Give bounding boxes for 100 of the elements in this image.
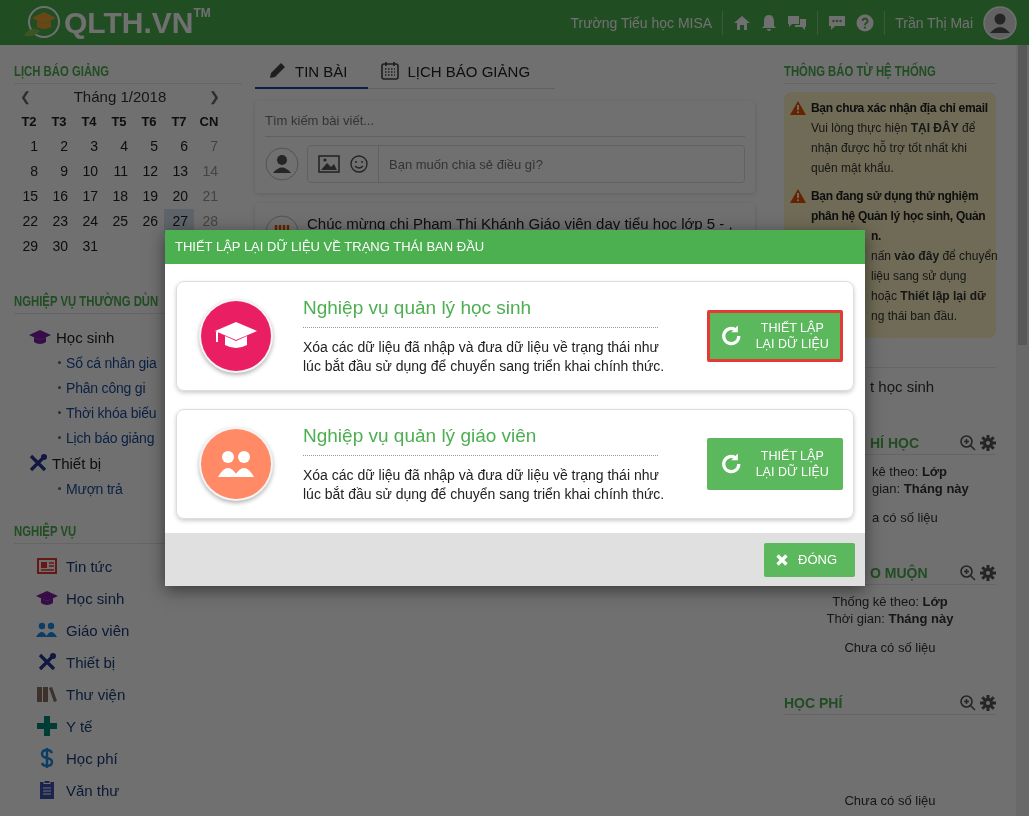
avatar-icon[interactable] (983, 5, 1017, 40)
calendar-day[interactable]: 20 (164, 184, 194, 209)
graduation-cap-icon (35, 590, 59, 606)
calendar-day[interactable]: 12 (134, 159, 164, 184)
tools-icon (37, 653, 57, 671)
section-title: NGHIỆP VỤ (14, 523, 77, 539)
zoom-in-icon[interactable] (960, 565, 976, 581)
calendar-day[interactable]: 10 (74, 159, 104, 184)
module-link[interactable]: Y tế (66, 717, 93, 735)
card-description: Xóa các dữ liệu đã nhập và đưa dữ liệu về trạng thái như lúc bắt đầu sử dụng để chuyển sang triển khai chính thức. (303, 337, 666, 376)
tab[interactable]: LỊCH BÁO GIẢNG (367, 57, 551, 89)
avatar-icon (265, 147, 299, 181)
warning-icon (790, 101, 806, 115)
tree-link[interactable]: Thời khóa biểu (66, 404, 157, 421)
module-link[interactable]: Học phí (66, 749, 118, 767)
card-title: Nghiệp vụ quản lý giáo viên (303, 424, 538, 447)
logo-text: QLTH.VN$^{TM}$ (64, 5, 211, 40)
tab[interactable]: TIN BÀI (255, 57, 368, 89)
post-field[interactable]: Bạn muốn chia sẻ điều gì? (379, 146, 744, 182)
section-title: NGHIỆP VỤ THƯỜNG DÙN (14, 293, 159, 309)
calendar-day[interactable]: 2 (44, 134, 74, 159)
tree-link[interactable]: Lịch báo giảng (66, 429, 155, 446)
calendar-day[interactable]: 6 (164, 134, 194, 159)
tree-link[interactable]: Mượn trả (66, 480, 123, 497)
calendar-day[interactable]: 11 (104, 159, 134, 184)
people-icon (36, 622, 58, 638)
calendar-day[interactable]: 24 (74, 209, 104, 234)
widget-title: HÍ HỌC (870, 435, 919, 451)
settings-icon[interactable] (980, 695, 996, 711)
notice-text: ng thái ban đầu. (871, 308, 958, 325)
calendar-day[interactable]: 1 (14, 134, 44, 159)
plus-icon (37, 716, 57, 736)
notice-text: hoặc Thiết lập lại dữ (871, 288, 986, 305)
previous-month-button[interactable]: ❮ (20, 89, 31, 104)
pencil-icon (267, 61, 287, 81)
calendar-day[interactable]: 9 (44, 159, 74, 184)
notice-heading: Bạn chưa xác nhận địa chỉ email (811, 100, 989, 117)
notice-text: Vui lòng thực hiện TẠI ĐÂY để nhận được hỗ trợ tốt nhất khi quên mật khẩu. (811, 119, 977, 177)
tree-item[interactable]: Thiết bị (52, 454, 102, 472)
tree-item[interactable]: Học sinh (56, 328, 115, 346)
calendar-day[interactable]: 17 (74, 184, 104, 209)
calendar-day[interactable]: 5 (134, 134, 164, 159)
section-title: THÔNG BÁO TỪ HỆ THỐNG (784, 63, 936, 79)
smiley-icon[interactable] (350, 155, 368, 173)
module-link[interactable]: Thư viện (66, 685, 126, 703)
calendar-day[interactable]: 25 (104, 209, 134, 234)
card-description: Xóa các dữ liệu đã nhập và đưa dữ liệu về trạng thái như lúc bắt đầu sử dụng để chuyển sang triển khai chính thức. (303, 465, 666, 504)
stat-line: Thống kê theo: Lớp (832, 593, 948, 610)
help-icon[interactable] (856, 13, 875, 32)
selector-text[interactable]: t học sinh (870, 378, 935, 395)
calendar-day[interactable]: 3 (74, 134, 104, 159)
calendar-day[interactable]: 8 (14, 159, 44, 184)
calendar-day[interactable]: 26 (134, 209, 164, 234)
dialog-title: THIẾT LẬP LẠI DỮ LIỆU VỀ TRẠNG THÁI BAN ĐẦU (165, 230, 865, 264)
tree-link[interactable]: Sổ cá nhân gia (66, 354, 157, 371)
weekday-header: T2 (20, 113, 38, 131)
zoom-in-icon[interactable] (960, 435, 976, 451)
school-name[interactable]: Trường Tiểu học MISA (570, 14, 713, 31)
notice-heading: n. (871, 228, 882, 245)
comment-icon[interactable] (828, 14, 847, 31)
no-data-text: a có số liệu (872, 510, 938, 525)
composer-field[interactable]: Bạn muốn chia sẻ điều gì? (307, 145, 745, 183)
calendar-day[interactable]: 29 (14, 234, 44, 259)
weekday-header: T7 (170, 113, 188, 131)
stat-line: Thời gian: Tháng này (826, 610, 954, 627)
settings-icon[interactable] (980, 435, 996, 451)
dollar-icon (40, 748, 54, 768)
calendar-day[interactable]: 23 (44, 209, 74, 234)
module-link[interactable]: Giáo viên (66, 621, 130, 639)
calendar-day[interactable]: 22 (14, 209, 44, 234)
weekday-header: T5 (110, 113, 128, 131)
next-month-button[interactable]: ❯ (209, 89, 220, 104)
calendar-day[interactable]: 4 (104, 134, 134, 159)
calendar-day[interactable]: 15 (14, 184, 44, 209)
tree-link[interactable]: Phân công gi (66, 379, 146, 396)
month-label: Tháng 1/2018 (73, 88, 167, 105)
stat-line: gian: Tháng này (872, 480, 969, 497)
close-button[interactable]: ĐÓNG (764, 542, 855, 577)
module-link[interactable]: Văn thư (66, 781, 120, 799)
reset-data-button[interactable]: THIẾT LẬP LẠI DỮ LIỆU (707, 310, 843, 362)
user-name[interactable]: Trần Thị Mai (895, 14, 973, 31)
module-link[interactable]: Tin tức (66, 557, 113, 575)
image-icon[interactable] (318, 155, 340, 173)
calendar-day[interactable]: 16 (44, 184, 74, 209)
calendar-day[interactable]: 19 (134, 184, 164, 209)
settings-icon[interactable] (980, 565, 996, 581)
module-link[interactable]: Học sinh (66, 589, 125, 607)
bell-icon[interactable] (761, 13, 778, 32)
reset-data-button[interactable]: THIẾT LẬP LẠI DỮ LIỆU (707, 438, 843, 490)
module-link[interactable]: Thiết bị (66, 653, 116, 671)
calendar-icon (379, 61, 400, 81)
scrollbar[interactable] (1016, 45, 1029, 816)
chat-bubbles-icon[interactable] (787, 13, 808, 32)
calendar-day[interactable]: 30 (44, 234, 74, 259)
calendar-day[interactable]: 31 (74, 234, 104, 259)
zoom-in-icon[interactable] (960, 695, 976, 711)
widget-title: O MUỘN (870, 565, 928, 581)
home-icon[interactable] (733, 14, 752, 31)
calendar-day[interactable]: 13 (164, 159, 194, 184)
calendar-day[interactable]: 18 (104, 184, 134, 209)
